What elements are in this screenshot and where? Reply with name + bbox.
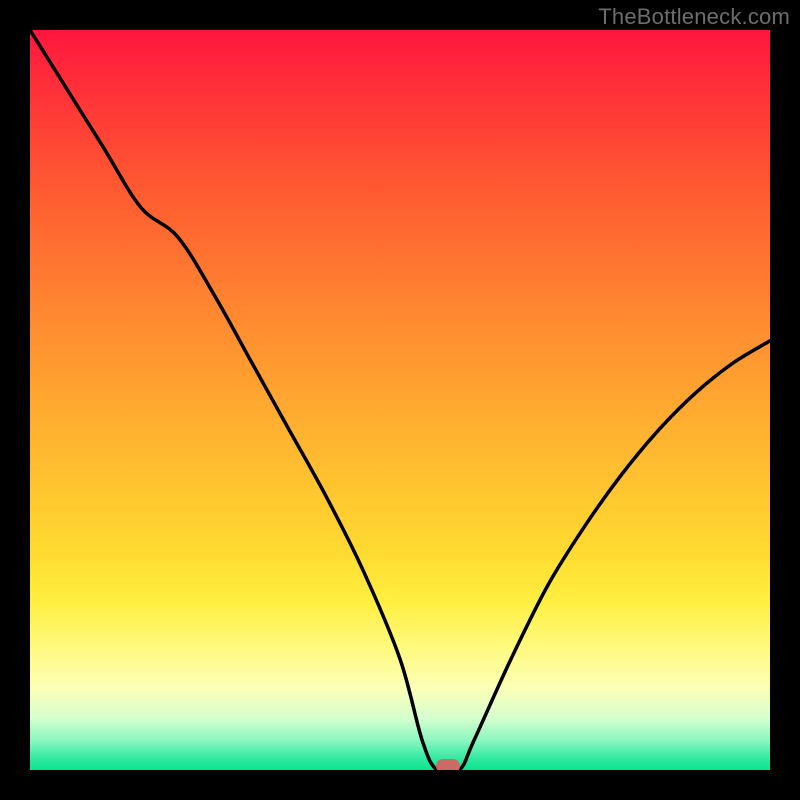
optimal-point-marker <box>436 759 460 770</box>
bottleneck-curve <box>30 30 770 770</box>
chart-frame: TheBottleneck.com <box>0 0 800 800</box>
plot-area <box>30 30 770 770</box>
watermark-text: TheBottleneck.com <box>598 4 790 30</box>
